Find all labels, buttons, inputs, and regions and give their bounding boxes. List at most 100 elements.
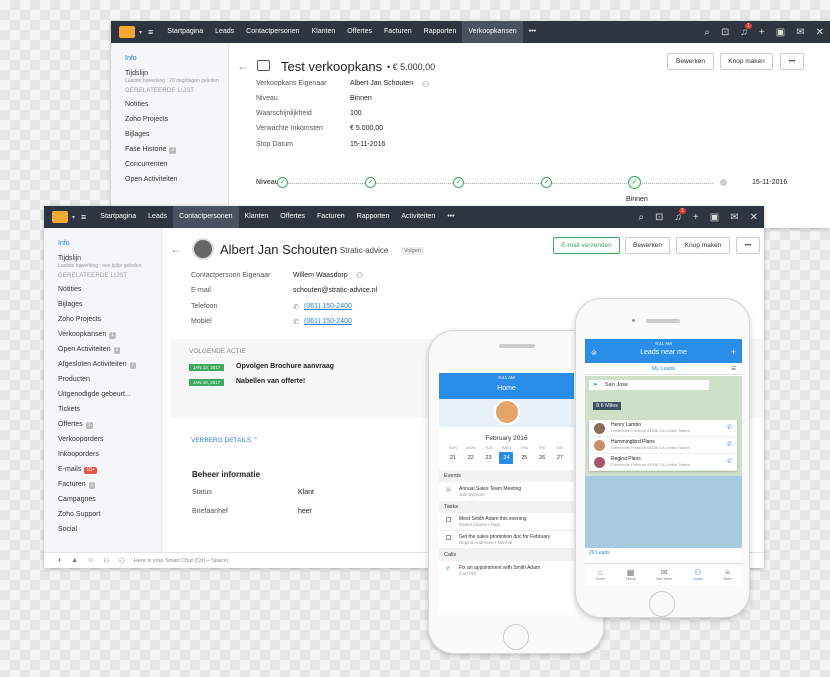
map[interactable]: ➤ San Jose 8.6 Miles Henry Lambo Centervi… [585, 376, 742, 548]
nav-tab-startpagina[interactable]: Startpagina [94, 206, 142, 228]
bell-icon[interactable]: ♫ 1 [740, 22, 752, 38]
sidebar-item[interactable]: Offertes 1 [58, 417, 161, 432]
add-icon[interactable]: + [731, 347, 736, 357]
chevron-down-icon[interactable]: ▾ [72, 214, 75, 221]
field-value[interactable]: (061) 150-2400 [304, 318, 352, 325]
stage-check-icon[interactable]: ✓ [541, 177, 552, 188]
nav-more[interactable]: ••• [441, 206, 460, 228]
nav-tab-contactpersonen[interactable]: Contactpersonen [240, 21, 305, 43]
gamepad-icon[interactable]: ⊡ [655, 212, 663, 223]
nav-tab-rapporten[interactable]: Rapporten [418, 21, 463, 43]
task-item[interactable]: Get the sales promotion doc for February… [439, 531, 574, 549]
stage-current-icon[interactable]: ✓ [628, 176, 641, 189]
nav-tab-klanten[interactable]: Klanten [306, 21, 342, 43]
nav-tab-contactpersonen[interactable]: Contactpersonen [173, 206, 239, 228]
nav-tab-facturen[interactable]: Facturen [378, 21, 418, 43]
calendar-date[interactable]: 22 [464, 452, 478, 464]
hide-details-link[interactable]: VERBERG DETAILS ⌃ [191, 436, 258, 444]
stage-check-icon[interactable]: ✓ [277, 177, 288, 188]
nav-tab-startpagina[interactable]: Startpagina [161, 21, 209, 43]
sidebar-item[interactable]: Campagnes [58, 492, 161, 507]
mail-icon[interactable]: ✉ [796, 27, 804, 38]
sidebar-item-info[interactable]: Info [58, 236, 161, 251]
edit-button[interactable]: Bewerken [667, 53, 714, 70]
sidebar-item[interactable]: Zoho Projects [58, 312, 161, 327]
sidebar-item[interactable]: Fase Historie 3 [125, 142, 228, 157]
calendar-date[interactable]: 26 [535, 452, 549, 464]
sidebar-item[interactable]: E-mails 10+ [58, 462, 161, 477]
lead-item[interactable]: Regina Plans Centerville Fremont 94536 CA… [589, 454, 737, 471]
calendar-date[interactable]: 21 [446, 452, 460, 464]
mail-icon[interactable]: ✉ [730, 212, 738, 223]
calendar-icon[interactable]: ▣ [776, 27, 785, 38]
nav-tab-activiteiten[interactable]: Activiteiten [395, 206, 441, 228]
sidebar-item[interactable]: Bijlages [58, 297, 161, 312]
calendar-date[interactable]: 23 [482, 452, 496, 464]
nav-tab-rapporten[interactable]: Rapporten [351, 206, 396, 228]
sidebar-item[interactable]: Notities [125, 97, 228, 112]
location-search[interactable]: ➤ San Jose [589, 380, 709, 390]
calendar-date[interactable]: 25 [517, 452, 531, 464]
users-icon[interactable]: ⚇ [103, 557, 109, 565]
sidebar-item[interactable]: Uitgenodigde gebeurt... [58, 387, 161, 402]
send-email-button[interactable]: E-mail verzenden [553, 237, 620, 254]
filter-icon[interactable]: ⊜ [591, 349, 597, 357]
make-button[interactable]: Knop maken [676, 237, 730, 254]
nav-tab-offertes[interactable]: Offertes [274, 206, 311, 228]
plus-icon[interactable]: + [693, 212, 699, 223]
gamepad-icon[interactable]: ⊡ [721, 27, 729, 38]
stage-check-icon[interactable]: ✓ [453, 177, 464, 188]
sidebar-item[interactable]: Verkooporders [58, 432, 161, 447]
calendar-icon[interactable]: ▣ [710, 212, 719, 223]
home-button[interactable] [503, 624, 529, 650]
sidebar-item[interactable]: Zoho Support [58, 507, 161, 522]
bottom-tab[interactable]: ⚇ Leads [693, 568, 703, 581]
checkbox[interactable] [446, 535, 451, 540]
calendar-date[interactable]: 24 [499, 452, 514, 464]
sidebar-item[interactable]: Afgesloten Activiteiten 7 [58, 357, 161, 372]
search-icon[interactable]: ⌕ [638, 212, 644, 223]
tools-icon[interactable]: ✕ [750, 212, 758, 223]
app-logo[interactable] [119, 26, 135, 38]
my-leads-filter[interactable]: My Leads ☰ [585, 363, 742, 375]
make-button[interactable]: Knop maken [720, 53, 773, 70]
nav-tab-verkoopkansen[interactable]: Verkoopkansen [462, 21, 523, 43]
event-item[interactable]: ▤ Annual Sales Team Meeting Sub Sysnore [439, 482, 574, 501]
action-text[interactable]: Opvolgen Brochure aanvraag [236, 363, 334, 370]
sidebar-item[interactable]: Inkooporders [58, 447, 161, 462]
sidebar-item[interactable]: Tickets [58, 402, 161, 417]
action-text[interactable]: Nabellen van offerte! [236, 378, 305, 385]
menu-icon[interactable]: ≡ [81, 212, 86, 222]
sidebar-item[interactable]: Open Activiteiten 2 [58, 342, 161, 357]
more-button[interactable]: ••• [780, 53, 804, 70]
bell-icon[interactable]: ▲ [71, 557, 78, 564]
sidebar-item[interactable]: Zoho Projects [125, 112, 228, 127]
contacts-icon[interactable]: ⚇ [119, 557, 125, 565]
nav-more[interactable]: ••• [523, 21, 542, 43]
call-icon[interactable]: ✆ [727, 441, 732, 448]
sidebar-item[interactable]: Verkoopkansen 1 [58, 327, 161, 342]
sidebar-item[interactable]: Facturen 1 [58, 477, 161, 492]
bell-icon[interactable]: ♫ 1 [674, 207, 686, 223]
nav-tab-facturen[interactable]: Facturen [311, 206, 351, 228]
lead-item[interactable]: Hummingbird Plans Centerville Fremont 945… [589, 437, 737, 454]
sidebar-item[interactable]: Bijlages [125, 127, 228, 142]
calendar-date[interactable]: 27 [553, 452, 567, 464]
menu-icon[interactable]: ≡ [148, 27, 153, 37]
bottom-tab[interactable]: ⌂ Home [595, 568, 604, 581]
sidebar-item[interactable]: Social [58, 522, 161, 537]
back-arrow-icon[interactable]: ← [237, 59, 249, 73]
nav-tab-klanten[interactable]: Klanten [239, 206, 275, 228]
nav-tab-leads[interactable]: Leads [209, 21, 240, 43]
call-item[interactable]: ✆ Fix an appointment with Smith Adam 2:1… [439, 561, 574, 580]
sidebar-item[interactable]: Open Activiteiten [125, 172, 228, 187]
nav-tab-leads[interactable]: Leads [142, 206, 173, 228]
search-icon[interactable]: ⌕ [704, 27, 710, 38]
back-arrow-icon[interactable]: ← [170, 242, 182, 256]
bottom-tab[interactable]: ≡ More [724, 568, 732, 581]
edit-button[interactable]: Bewerken [625, 237, 670, 254]
call-icon[interactable]: ✆ [727, 424, 732, 431]
stage-pending-icon[interactable] [720, 179, 727, 186]
call-icon[interactable]: ✆ [727, 458, 732, 465]
follow-badge[interactable]: Volgen [401, 247, 424, 255]
